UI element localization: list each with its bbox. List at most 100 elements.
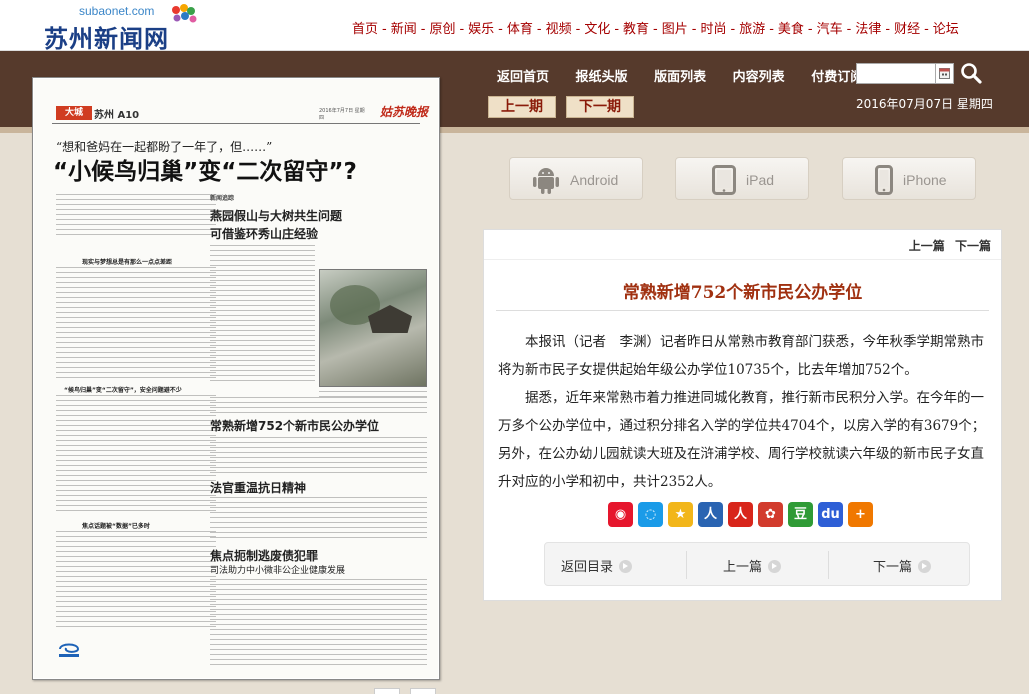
- story-box-heading: 焦点话题被“数据”已多时: [82, 523, 150, 530]
- nav-separator: -: [730, 22, 736, 37]
- story-headline[interactable]: “小候鸟归巢”变“二次留守”?: [53, 152, 357, 186]
- top-nav-item[interactable]: 原创: [429, 22, 455, 37]
- arrow-right-icon: [918, 560, 932, 573]
- logo-domain: subaonet.com: [79, 4, 155, 18]
- newspaper-page-image[interactable]: 大城 苏州 A10 2016年7月7日 星期四 姑苏晚报 “想和爸妈在一起都盼了…: [32, 77, 440, 680]
- story-text-block[interactable]: [56, 395, 216, 515]
- top-nav-item[interactable]: 教育: [623, 22, 649, 37]
- story-sub-headline[interactable]: 燕园假山与大树共生问题: [210, 207, 342, 224]
- article-top-bar: 上一篇 下一篇: [484, 230, 1001, 260]
- top-nav-item[interactable]: 论坛: [933, 22, 959, 37]
- page-thumb-button[interactable]: [410, 688, 436, 694]
- story-text-block[interactable]: [210, 497, 427, 541]
- story-text-block[interactable]: [210, 437, 427, 475]
- next-article-link[interactable]: 下一篇: [955, 239, 991, 253]
- top-nav-item[interactable]: 时尚: [700, 22, 726, 37]
- story-sub-headline[interactable]: 焦点扼制逃废债犯罪: [210, 547, 318, 564]
- tablet-icon: [712, 165, 736, 195]
- search-icon[interactable]: [960, 62, 982, 84]
- android-app-button[interactable]: Android: [509, 157, 643, 200]
- top-nav-item[interactable]: 图片: [662, 22, 688, 37]
- story-text-block[interactable]: [210, 397, 427, 413]
- story-sub-headline-target[interactable]: 常熟新增752个新市民公办学位: [210, 417, 379, 434]
- prev-issue-button[interactable]: 上一期: [488, 96, 556, 118]
- kaixin-share-icon[interactable]: ✿: [758, 502, 783, 527]
- article-title: 常熟新增752个新市民公办学位: [622, 283, 863, 303]
- site-header: subaonet.com 苏州新闻网 首页 - 新闻 - 原创 - 娱乐 - 体育 - 视频 - 文化 -…: [0, 0, 1029, 53]
- top-nav-item[interactable]: 汽车: [817, 22, 843, 37]
- top-nav-item[interactable]: 娱乐: [468, 22, 494, 37]
- site-logo[interactable]: subaonet.com 苏州新闻网: [44, 2, 204, 53]
- arrow-right-icon: [768, 560, 782, 573]
- more-share-icon[interactable]: +: [848, 502, 873, 527]
- nav-separator: -: [459, 22, 465, 37]
- title-divider: [496, 310, 989, 311]
- page-section-tag: 大城: [56, 106, 92, 120]
- side-label: 新闻追踪: [210, 195, 235, 202]
- iphone-app-button[interactable]: iPhone: [842, 157, 976, 200]
- top-nav-item[interactable]: 法律: [855, 22, 881, 37]
- bottom-prev-label: 上一篇: [723, 560, 763, 575]
- top-nav-item[interactable]: 旅游: [739, 22, 765, 37]
- android-label: Android: [570, 172, 619, 188]
- nav-separator: -: [536, 22, 542, 37]
- nav-separator: -: [691, 22, 697, 37]
- nav-separator: -: [769, 22, 774, 37]
- next-issue-button[interactable]: 下一期: [566, 96, 634, 118]
- back-to-list-label: 返回目录: [561, 560, 614, 575]
- story-text-block[interactable]: [56, 194, 216, 239]
- main-menu: 返回首页 报纸头版 版面列表 内容列表 付费订阅: [497, 66, 885, 85]
- prev-article-link[interactable]: 上一篇: [909, 239, 945, 253]
- article-bottom-nav: 返回目录 上一篇 下一篇: [544, 542, 970, 586]
- bottom-next-label: 下一篇: [873, 560, 913, 575]
- tencent-share-icon[interactable]: ◌: [638, 502, 663, 527]
- story-text-block[interactable]: [210, 245, 315, 385]
- renren-share-icon[interactable]: 人: [698, 502, 723, 527]
- story-sub-headline[interactable]: 可借鉴环秀山庄经验: [210, 225, 318, 242]
- menu-item-content-list[interactable]: 内容列表: [733, 70, 785, 85]
- nav-divider: [686, 551, 687, 579]
- weibo-share-icon[interactable]: ◉: [608, 502, 633, 527]
- story-box-heading: 现实与梦想总是有那么一点点差距: [82, 259, 173, 266]
- nav-separator: -: [653, 22, 658, 37]
- back-to-list-link[interactable]: 返回目录: [561, 556, 633, 575]
- phone-icon: [875, 165, 893, 195]
- bottom-next-link[interactable]: 下一篇: [873, 556, 932, 575]
- paper-brand: 姑苏晚报: [380, 105, 429, 119]
- baidu-share-icon[interactable]: du: [818, 502, 843, 527]
- story-text-block[interactable]: [56, 531, 216, 631]
- page-issue-date: 2016年7月7日 星期四: [319, 108, 365, 121]
- calendar-icon[interactable]: [936, 63, 954, 84]
- story-sub-headline[interactable]: 法官重温抗日精神: [210, 479, 306, 496]
- people-share-icon[interactable]: 人: [728, 502, 753, 527]
- article-body: 本报讯（记者 李渊）记者昨日从常熟市教育部门获悉，今年秋季学期常熟市将为新市民子…: [498, 328, 988, 496]
- page-header-rule: [52, 123, 420, 124]
- story-sub-headline[interactable]: 司法助力中小微非公企业健康发展: [210, 563, 345, 576]
- top-nav-item[interactable]: 新闻: [391, 22, 417, 37]
- nav-separator: -: [420, 22, 426, 37]
- nav-separator: -: [807, 22, 813, 37]
- douban-share-icon[interactable]: 豆: [788, 502, 813, 527]
- top-nav-item[interactable]: 体育: [507, 22, 533, 37]
- top-nav-item[interactable]: 视频: [546, 22, 572, 37]
- top-nav-item[interactable]: 文化: [584, 22, 610, 37]
- story-text-block[interactable]: [210, 579, 427, 669]
- menu-item-page-list[interactable]: 版面列表: [654, 70, 706, 85]
- iphone-label: iPhone: [903, 172, 947, 188]
- top-nav-item[interactable]: 首页: [352, 22, 378, 37]
- bottom-prev-link[interactable]: 上一篇: [723, 556, 782, 575]
- newspaper-page: 大城 苏州 A10 2016年7月7日 星期四 姑苏晚报 “想和爸妈在一起都盼了…: [34, 79, 438, 678]
- date-search-input[interactable]: [856, 63, 936, 84]
- top-nav-item[interactable]: 美食: [778, 22, 804, 37]
- nav-separator: -: [382, 22, 387, 37]
- page-thumb-button[interactable]: [374, 688, 400, 694]
- top-nav-item[interactable]: 财经: [894, 22, 920, 37]
- garden-photo[interactable]: [319, 269, 427, 387]
- android-icon: [533, 168, 559, 194]
- story-text-block[interactable]: [56, 267, 216, 379]
- arrow-right-icon: [619, 560, 633, 573]
- menu-item-front-page[interactable]: 报纸头版: [576, 70, 628, 85]
- menu-item-home[interactable]: 返回首页: [497, 70, 549, 85]
- ipad-app-button[interactable]: iPad: [675, 157, 809, 200]
- qzone-share-icon[interactable]: ★: [668, 502, 693, 527]
